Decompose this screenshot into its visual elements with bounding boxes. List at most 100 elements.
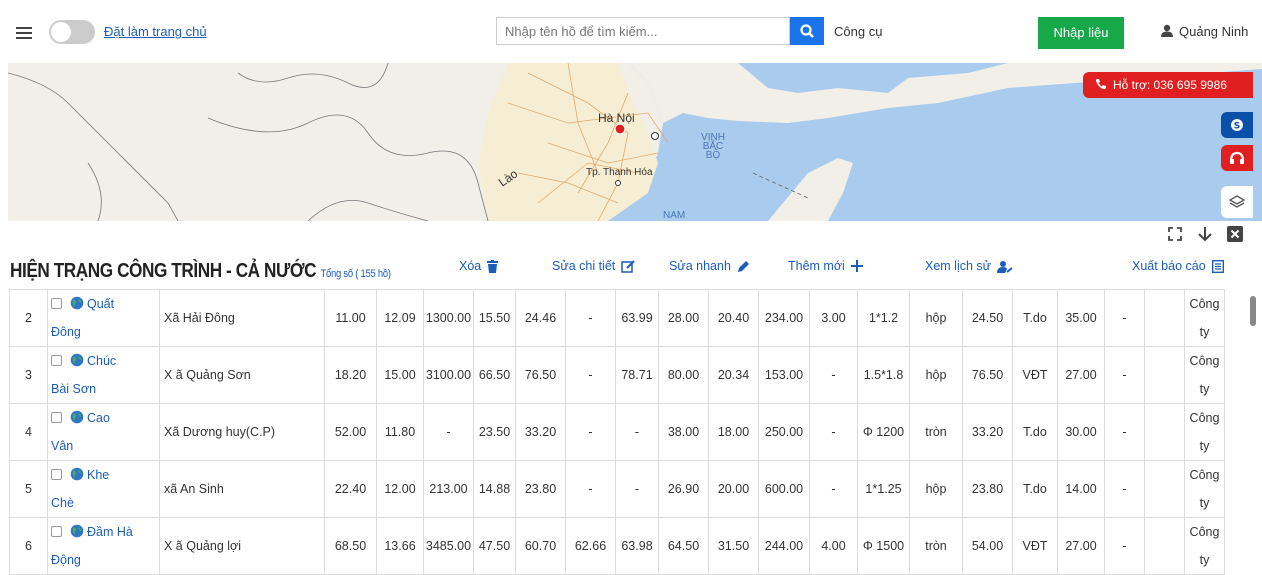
globe-icon[interactable] — [70, 410, 84, 424]
table-scrollbar[interactable] — [1250, 296, 1256, 326]
search-button[interactable] — [790, 17, 824, 45]
data-cell: - — [565, 460, 616, 518]
data-cell: tròn — [909, 403, 963, 461]
fullscreen-icon — [1168, 227, 1182, 241]
close-icon — [1227, 226, 1243, 242]
table-row[interactable]: 6 Đầm Hà Động X ã Quảng lợi 68.50 13.66 3485.0… — [9, 517, 1225, 575]
data-cell: 63.99 — [615, 289, 659, 347]
layers-button[interactable] — [1221, 186, 1253, 218]
hotline-button[interactable]: Hỗ trợ: 036 695 9986 — [1083, 72, 1253, 98]
table-row[interactable]: 3 Chúc Bài Sơn X ã Quảng Sơn 18.20 15.00 3100.… — [9, 346, 1225, 404]
owner-text: ty — [1199, 439, 1210, 453]
data-cell: tròn — [909, 517, 963, 575]
data-cell: - — [1104, 460, 1145, 518]
download-button[interactable] — [1196, 225, 1214, 243]
data-cell — [1144, 289, 1185, 347]
owner-text: Công — [1189, 297, 1220, 311]
skype-button[interactable]: S — [1221, 112, 1253, 138]
data-cell: 18.00 — [708, 403, 759, 461]
row-checkbox[interactable] — [51, 298, 62, 309]
download-icon — [1198, 227, 1212, 242]
fullscreen-button[interactable] — [1166, 225, 1184, 243]
edit-detail-button[interactable]: Sửa chi tiết — [552, 259, 635, 273]
reservoir-name-link[interactable]: Bài Sơn — [51, 382, 96, 396]
table-body: 2 Quất Đông Xã Hải Đông 11.00 12.09 1300.00 15.… — [9, 289, 1225, 575]
data-cell: T.do — [1012, 289, 1058, 347]
reservoir-name-link[interactable]: Khe — [87, 468, 109, 482]
add-new-label: Thêm mới — [788, 259, 845, 273]
menu-icon[interactable] — [16, 27, 32, 39]
reservoir-name-link[interactable]: Quất — [87, 297, 114, 311]
support-button[interactable] — [1221, 145, 1253, 171]
data-cell: - — [565, 403, 616, 461]
map-label-nam: NAM — [663, 210, 686, 221]
row-checkbox[interactable] — [51, 526, 62, 537]
reservoir-name-link[interactable]: Đông — [51, 325, 81, 339]
row-checkbox[interactable] — [51, 412, 62, 423]
data-cell — [1144, 517, 1185, 575]
data-cell: 11.80 — [376, 403, 424, 461]
reservoir-name-link[interactable]: Vân — [51, 439, 73, 453]
table-row[interactable]: 5 Khe Chè xã An Sinh 22.40 12.00 213.00 14.88 23… — [9, 460, 1225, 518]
tools-menu[interactable]: Công cụ — [834, 24, 882, 39]
reservoir-name-link[interactable]: Chè — [51, 496, 74, 510]
owner-cell: Công ty — [1184, 346, 1225, 404]
data-cell: 12.09 — [376, 289, 424, 347]
owner-text: ty — [1199, 496, 1210, 510]
data-cell: 22.40 — [324, 460, 377, 518]
reservoir-name-link[interactable]: Cao — [87, 411, 110, 425]
data-cell: 3.00 — [809, 289, 858, 347]
user-menu[interactable]: Quảng Ninh — [1160, 24, 1248, 39]
homepage-toggle[interactable] — [49, 20, 95, 44]
reservoir-name-link[interactable]: Chúc — [87, 354, 116, 368]
globe-icon[interactable] — [70, 524, 84, 538]
delete-button[interactable]: Xóa — [459, 259, 499, 273]
globe-icon[interactable] — [70, 467, 84, 481]
data-cell: hộp — [909, 346, 963, 404]
data-cell: 26.90 — [658, 460, 709, 518]
row-checkbox[interactable] — [51, 469, 62, 480]
quick-edit-label: Sửa nhanh — [669, 259, 731, 273]
data-cell: T.do — [1012, 403, 1058, 461]
data-cell: 15.00 — [376, 346, 424, 404]
data-cell: 62.66 — [565, 517, 616, 575]
globe-icon[interactable] — [70, 353, 84, 367]
reservoir-name-link[interactable]: Động — [51, 553, 81, 567]
row-number: 6 — [9, 517, 48, 575]
commune-cell: xã An Sinh — [159, 460, 325, 518]
skype-icon: S — [1231, 119, 1243, 132]
import-button[interactable]: Nhập liệu — [1038, 17, 1124, 49]
quick-edit-button[interactable]: Sửa nhanh — [669, 259, 750, 273]
data-cell: Φ 1500 — [857, 517, 910, 575]
table-row[interactable]: 2 Quất Đông Xã Hải Đông 11.00 12.09 1300.00 15.… — [9, 289, 1225, 347]
table-row[interactable]: 4 Cao Vân Xã Dương huy(C.P) 52.00 11.80-23.50… — [9, 403, 1225, 461]
user-history-icon — [997, 260, 1013, 273]
owner-cell: Công ty — [1184, 403, 1225, 461]
data-cell: 60.70 — [515, 517, 566, 575]
row-number: 2 — [9, 289, 48, 347]
total-count: Tổng số ( 155 hồ) — [320, 268, 391, 280]
row-checkbox[interactable] — [51, 355, 62, 366]
data-cell: 213.00 — [423, 460, 474, 518]
reservoir-name-link[interactable]: Đầm Hà — [87, 525, 133, 539]
data-cell: 63.98 — [615, 517, 659, 575]
data-cell: 14.00 — [1057, 460, 1105, 518]
history-button[interactable]: Xem lịch sử — [925, 259, 1013, 273]
works-table: 2 Quất Đông Xã Hải Đông 11.00 12.09 1300.00 15.… — [9, 289, 1225, 575]
data-cell: - — [1104, 403, 1145, 461]
data-cell: 30.00 — [1057, 403, 1105, 461]
set-homepage-link[interactable]: Đặt làm trang chủ — [104, 24, 207, 39]
map-view[interactable]: Hà Nội Lào Tp. Thanh Hóa NAM VỊNH BẮC BỘ — [8, 63, 1262, 221]
commune-cell: Xã Hải Đông — [159, 289, 325, 347]
data-cell: 1300.00 — [423, 289, 474, 347]
data-cell: 600.00 — [758, 460, 810, 518]
globe-icon[interactable] — [70, 296, 84, 310]
data-cell: - — [809, 460, 858, 518]
close-button[interactable] — [1226, 225, 1244, 243]
data-cell: 33.20 — [962, 403, 1013, 461]
add-new-button[interactable]: Thêm mới — [788, 259, 863, 273]
data-cell: 27.00 — [1057, 517, 1105, 575]
search-input[interactable] — [496, 17, 790, 45]
data-cell: 1*1.25 — [857, 460, 910, 518]
export-report-button[interactable]: Xuất báo cáo — [1132, 259, 1224, 273]
